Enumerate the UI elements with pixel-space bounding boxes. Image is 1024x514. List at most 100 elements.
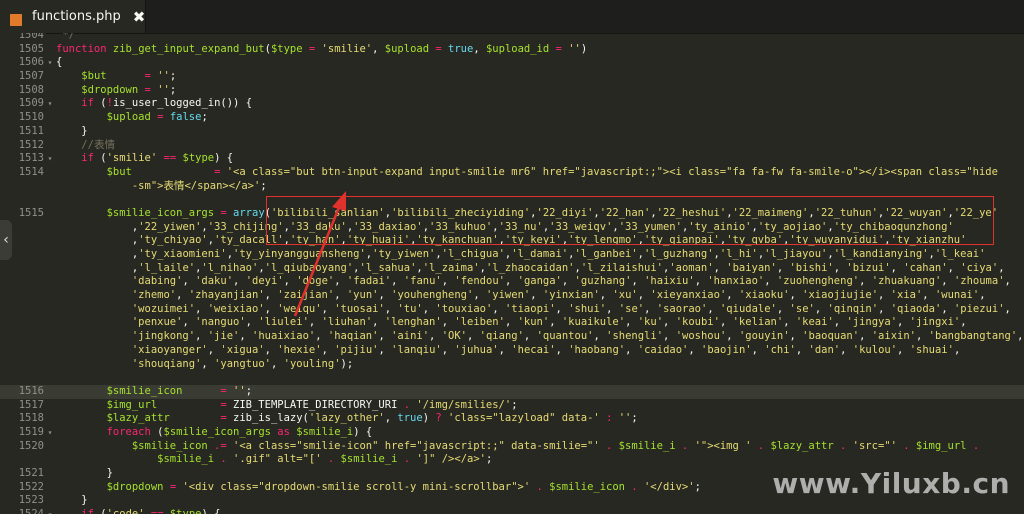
code-text: $smilie_i . '.gif" alt="[' . $smilie_i .… bbox=[56, 453, 1010, 467]
code-token: 'lenghan' bbox=[384, 316, 442, 329]
code-line: -sm">表情</span></a>'; bbox=[0, 180, 1024, 194]
code-token: , bbox=[441, 275, 455, 288]
code-text: $smilie_icon_args = array('bilibili_sanl… bbox=[56, 207, 1010, 221]
code-token: , bbox=[947, 261, 961, 274]
code-line: 1507 $but = ''; bbox=[0, 70, 1024, 84]
code-token: '' bbox=[568, 42, 581, 55]
code-token: ( bbox=[93, 152, 107, 165]
code-token: , bbox=[321, 302, 335, 315]
code-token: 'fadai' bbox=[346, 275, 392, 288]
code-token: 'l_damai' bbox=[511, 248, 569, 260]
code-token: , bbox=[833, 261, 847, 274]
code-token: , bbox=[789, 289, 803, 302]
code-token: is_user_logged_in()) { bbox=[112, 97, 253, 110]
code-token: , bbox=[561, 275, 575, 288]
code-token: 'xu' bbox=[612, 289, 638, 302]
code-token: 'ty_xianzhu' bbox=[890, 234, 967, 247]
code-text: if ('code' == $type) { bbox=[56, 508, 1010, 514]
line-number: 1513 bbox=[18, 152, 44, 165]
code-token: , bbox=[207, 343, 221, 356]
code-token: '/img/smilies/' bbox=[416, 398, 512, 411]
code-token: 'haobang' bbox=[568, 343, 626, 356]
code-token: 'juhua' bbox=[454, 343, 499, 356]
fold-arrow-icon[interactable]: ▾ bbox=[46, 56, 54, 70]
close-icon[interactable]: ✖ bbox=[133, 8, 146, 26]
code-token: 'l_zaima' bbox=[422, 261, 480, 274]
line-number: 1508 bbox=[18, 83, 44, 96]
code-token: 'daku' bbox=[195, 275, 234, 288]
code-token: 'xiaojiujie' bbox=[802, 289, 879, 302]
code-token: 'xia' bbox=[890, 289, 923, 302]
code-token: '' bbox=[157, 70, 170, 83]
code-lines: 1504 */1505 function zib_get_input_expand… bbox=[0, 33, 1024, 514]
code-line: 'wozuimei', 'weixiao', 'weiqu', 'tuosai'… bbox=[0, 303, 1024, 317]
code-token: 'haixiu' bbox=[644, 275, 695, 288]
fold-arrow-icon[interactable]: ▾ bbox=[46, 508, 54, 514]
code-line: ,'ty_chiyao','ty_dacall','ty_han','ty_hu… bbox=[0, 234, 1024, 248]
code-token: , bbox=[631, 275, 645, 288]
sidebar-toggle-button[interactable]: ‹ bbox=[0, 220, 12, 260]
code-token: $upload_id bbox=[485, 42, 550, 55]
code-token: , bbox=[391, 275, 404, 288]
code-token: $smilie_i bbox=[296, 425, 354, 438]
code-token: as bbox=[277, 425, 290, 438]
code-token: 'deyi' bbox=[245, 275, 284, 288]
code-line: 1513 ▾ if ('smilie' == $type) { bbox=[0, 152, 1024, 166]
code-token: , bbox=[637, 289, 651, 302]
code-token: ) bbox=[580, 42, 588, 55]
code-token: 'ciya' bbox=[960, 261, 999, 274]
code-token: 'l_kandianying' bbox=[833, 248, 929, 260]
code-token: , bbox=[315, 330, 328, 343]
code-token: 'hanxiao' bbox=[707, 275, 765, 288]
code-token: 'touxiao' bbox=[435, 302, 493, 315]
code-token: , bbox=[1004, 302, 1011, 315]
code-token: 'jingxi' bbox=[909, 316, 961, 329]
code-token: 'fendou' bbox=[454, 275, 505, 288]
code-token: array bbox=[233, 206, 265, 219]
code-token: 'caidao' bbox=[637, 343, 689, 356]
fold-arrow-icon[interactable]: ▾ bbox=[46, 97, 54, 111]
code-token: 'zaijian' bbox=[277, 289, 335, 302]
code-token: , bbox=[663, 316, 676, 329]
code-token: , bbox=[916, 330, 929, 343]
code-token: 'ty_xiaomieni' bbox=[138, 248, 227, 260]
code-token: , bbox=[264, 302, 278, 315]
code-editor[interactable]: 1504 */1505 function zib_get_input_expand… bbox=[0, 33, 1024, 514]
code-token: , bbox=[264, 343, 278, 356]
code-token: , bbox=[422, 302, 436, 315]
code-token: , bbox=[378, 330, 392, 343]
code-text: if ('smilie' == $type) { bbox=[56, 152, 1010, 166]
code-text: $lazy_attr = zib_is_lazy('lazy_other', t… bbox=[56, 412, 1010, 426]
code-token: 'zuohengheng' bbox=[776, 275, 860, 288]
code-token: , bbox=[941, 302, 954, 315]
code-token: ; bbox=[631, 412, 638, 425]
code-token: 'ku' bbox=[637, 316, 664, 329]
code-line: ,'22_yiwen','33_chijing','33_daku','33_d… bbox=[0, 221, 1024, 235]
code-token: 'weiqu' bbox=[277, 302, 322, 315]
fold-arrow-icon[interactable]: ▾ bbox=[46, 152, 54, 166]
code-text: foreach ($smilie_icon_args as $smilie_i)… bbox=[56, 426, 1010, 440]
code-token: , bbox=[998, 261, 1005, 274]
code-token: , bbox=[694, 275, 708, 288]
code-line: 1510 $upload = false; bbox=[0, 111, 1024, 125]
code-token: , bbox=[719, 316, 733, 329]
code-token: , bbox=[859, 275, 872, 288]
code-token: $but bbox=[81, 70, 107, 83]
code-token: 'baiyan' bbox=[726, 261, 777, 274]
code-token: '</div>' bbox=[643, 480, 695, 493]
code-token: $smilie_icon_args bbox=[106, 206, 215, 219]
code-token: 'l_qiubaoyang' bbox=[264, 261, 354, 274]
tab-functions-php[interactable]: functions.php ✖ bbox=[0, 0, 146, 33]
code-token: //表情 bbox=[81, 138, 115, 151]
code-token: ( bbox=[150, 425, 164, 438]
fold-arrow-icon[interactable]: ▾ bbox=[46, 426, 54, 440]
